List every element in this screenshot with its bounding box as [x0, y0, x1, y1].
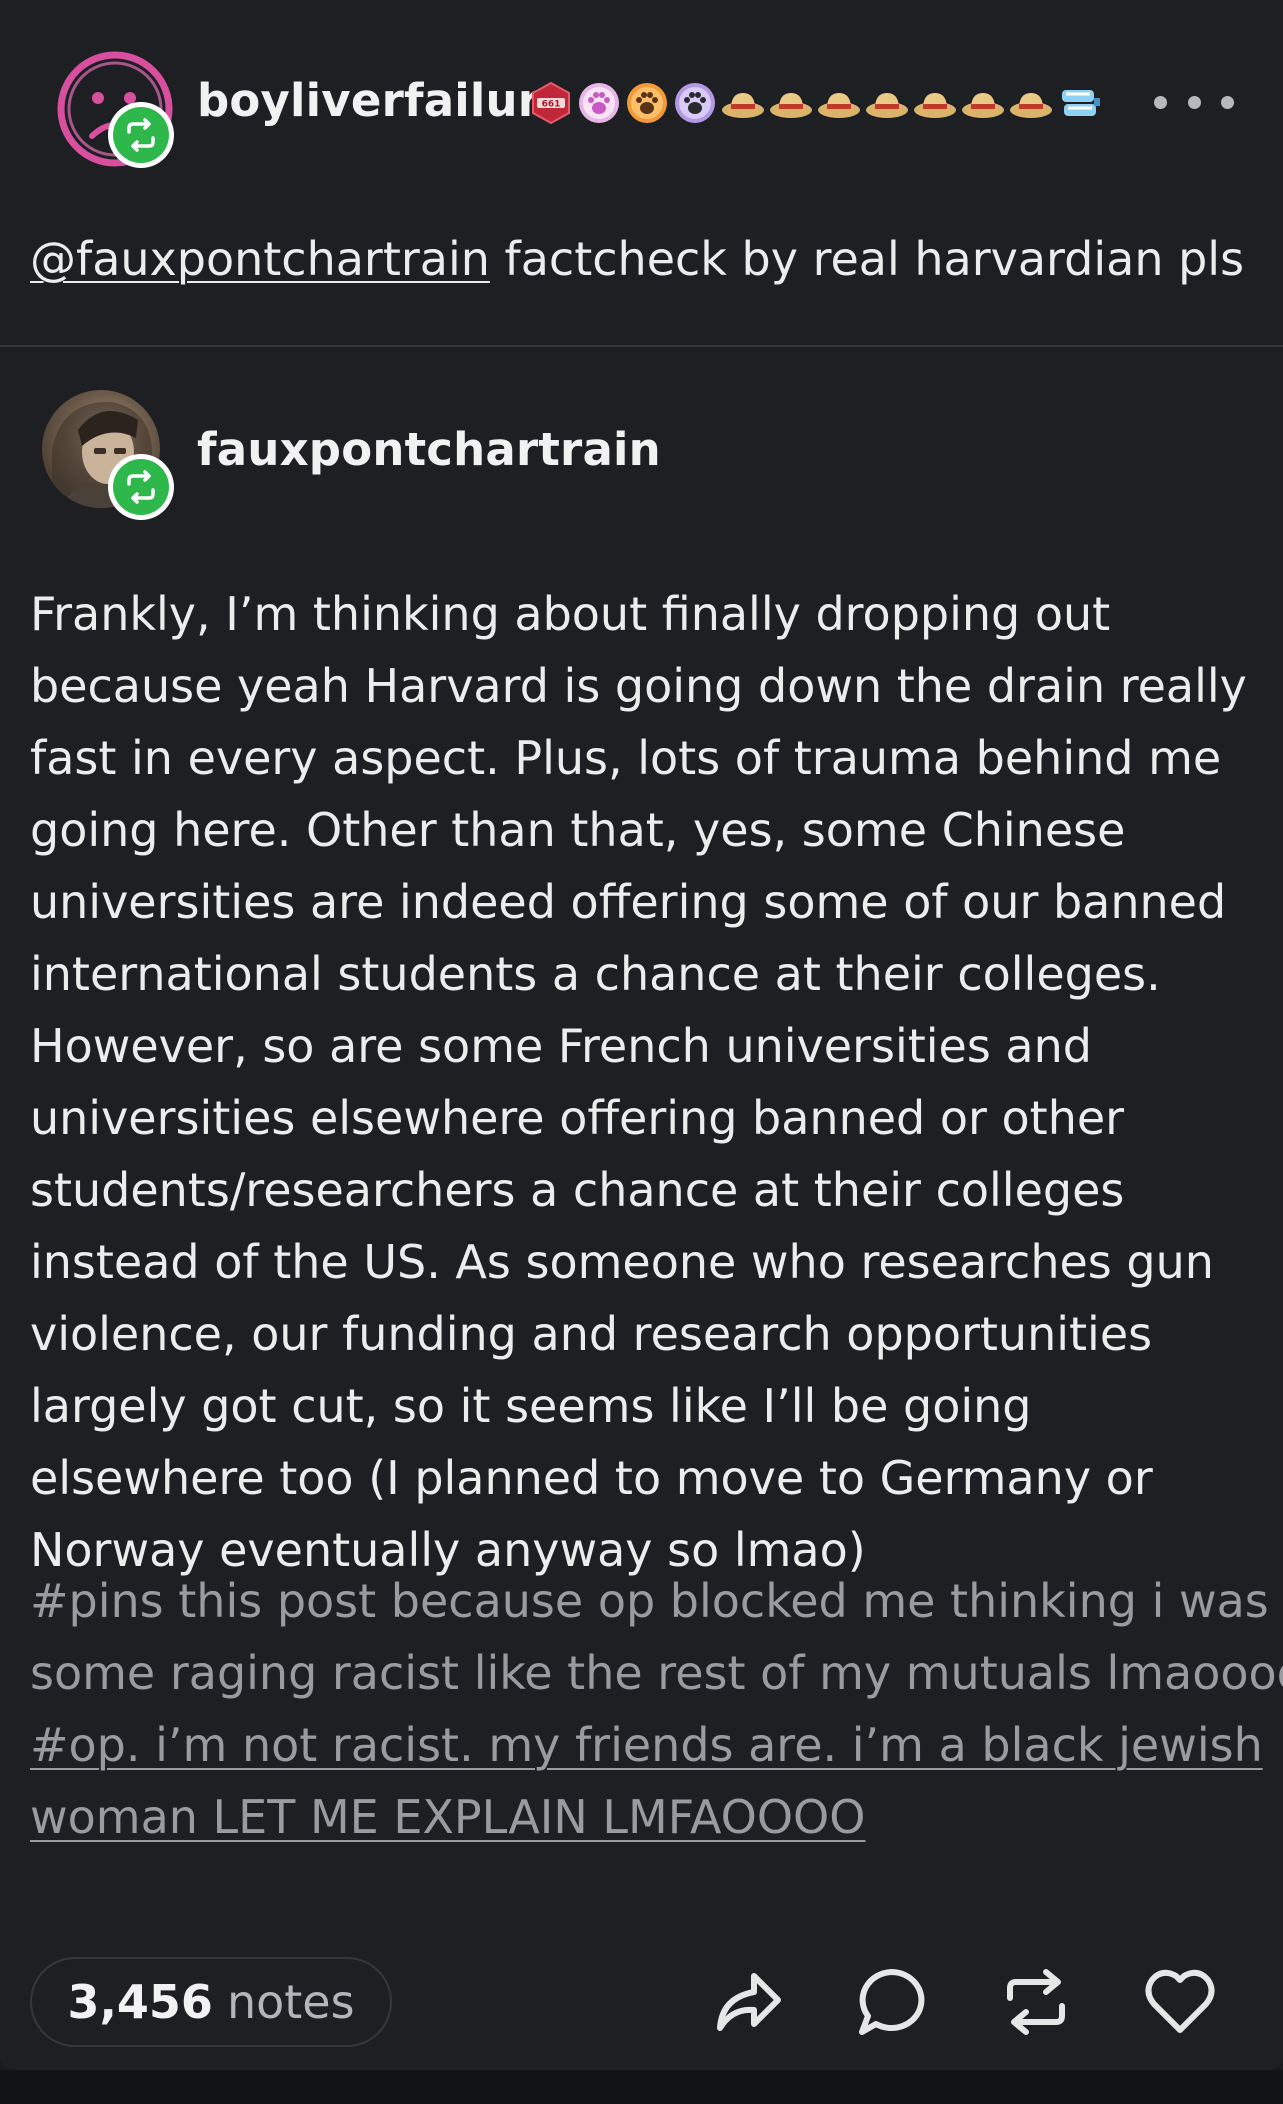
tag-text[interactable]: some raging racist like the rest of my m… [30, 1637, 1283, 1709]
notes-button[interactable]: 3,456 notes [30, 1957, 392, 2047]
tags-section: #pins this post because op blocked me th… [30, 1565, 1283, 1853]
more-options-icon[interactable] [1154, 82, 1234, 122]
tag-link[interactable]: woman LET ME EXPLAIN LMFAOOOO [30, 1781, 1260, 1853]
hat-badge-icon[interactable] [1008, 80, 1054, 126]
like-heart-icon[interactable] [1140, 1962, 1220, 2042]
tag-link[interactable]: #op. i’m not racist. my friends are. i’m… [30, 1709, 1263, 1781]
hat-badge-icon[interactable] [960, 80, 1006, 126]
reblog-comment: @fauxpontchartrain factcheck by real har… [30, 232, 1244, 286]
reblog-comment-text: factcheck by real harvardian pls [489, 232, 1245, 286]
reblogger-name[interactable]: boyliverfailure [197, 74, 571, 127]
post-body: Frankly, I’m thinking about finally drop… [30, 587, 1247, 1577]
reblog-badge-icon [108, 454, 174, 520]
mention-link[interactable]: @fauxpontchartrain [30, 232, 490, 286]
hat-badge-icon[interactable] [864, 80, 910, 126]
hat-badge-icon[interactable] [912, 80, 958, 126]
original-poster-avatar[interactable] [42, 390, 174, 520]
reply-icon[interactable] [852, 1962, 932, 2042]
notes-label: notes [226, 1975, 355, 2029]
reblog-badge-icon [108, 102, 174, 168]
original-poster-name[interactable]: fauxpontchartrain [197, 423, 661, 476]
hat-badge-icon[interactable] [816, 80, 862, 126]
share-icon[interactable] [708, 1962, 788, 2042]
reblog-icon[interactable] [996, 1962, 1076, 2042]
badge-row[interactable]: 661 [528, 78, 1102, 128]
bottom-strip [0, 2070, 1283, 2104]
badge-number: 661 [542, 100, 561, 110]
hat-badge-icon[interactable] [720, 80, 766, 126]
reblogger-avatar[interactable] [56, 50, 186, 180]
divider [0, 345, 1283, 347]
paw-badge-icon[interactable] [672, 80, 718, 126]
gem-badge-icon[interactable]: 661 [528, 80, 574, 126]
notes-count: 3,456 [67, 1975, 213, 2029]
paw-badge-icon[interactable] [576, 80, 622, 126]
paw-badge-icon[interactable] [624, 80, 670, 126]
hat-badge-icon[interactable] [768, 80, 814, 126]
teeth-badge-icon[interactable] [1056, 80, 1102, 126]
post-card: boyliverfailure 661 @fauxpontchartrain f… [0, 0, 1283, 2070]
tag-text[interactable]: #pins this post because op blocked me th… [30, 1565, 1269, 1637]
